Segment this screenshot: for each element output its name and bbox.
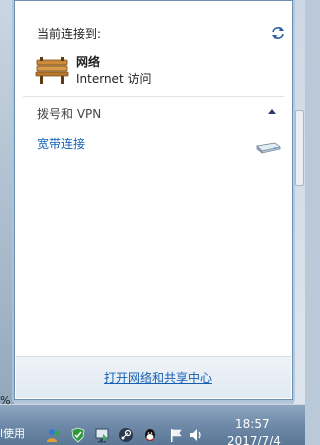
chevron-up-icon[interactable] bbox=[268, 109, 276, 114]
qq-icon[interactable] bbox=[142, 427, 158, 443]
section-divider bbox=[23, 96, 284, 97]
shield-icon[interactable] bbox=[70, 427, 86, 443]
popup-footer: 打开网络和共享中心 bbox=[16, 356, 291, 398]
background-window-right bbox=[292, 0, 305, 445]
broadband-connection-item[interactable]: 宽带连接 bbox=[37, 135, 85, 152]
bench-network-icon bbox=[35, 57, 69, 84]
clock-time[interactable]: 18:57 bbox=[235, 417, 270, 431]
current-connection-label: 当前连接到: bbox=[37, 27, 102, 41]
dialup-vpn-section-title: 拨号和 VPN bbox=[37, 107, 102, 121]
network-name[interactable]: 网络 bbox=[76, 53, 100, 70]
taskbar-fragment-text: l使用 bbox=[0, 427, 26, 440]
clock-date[interactable]: 2017/7/4 bbox=[227, 434, 281, 445]
open-network-sharing-center-link[interactable]: 打开网络和共享中心 bbox=[104, 369, 212, 386]
steam-icon[interactable] bbox=[118, 427, 134, 443]
network-access-status: Internet 访问 bbox=[76, 72, 152, 86]
people-icon[interactable] bbox=[46, 427, 62, 443]
flag-icon[interactable] bbox=[168, 427, 184, 443]
background-scrollbar-thumb[interactable] bbox=[295, 110, 304, 186]
network-connections-popup: 当前连接到: 网络 Internet 访问 拨号和 VPN 宽带连接 打开网络和… bbox=[14, 0, 293, 400]
network-tray-icon[interactable] bbox=[94, 427, 110, 443]
volume-icon[interactable] bbox=[188, 427, 204, 443]
refresh-icon[interactable] bbox=[270, 25, 286, 41]
broadband-modem-icon bbox=[256, 142, 281, 154]
background-desktop-left bbox=[0, 0, 14, 445]
taskbar: l使用 18:57 2017/7/4 bbox=[0, 404, 305, 445]
